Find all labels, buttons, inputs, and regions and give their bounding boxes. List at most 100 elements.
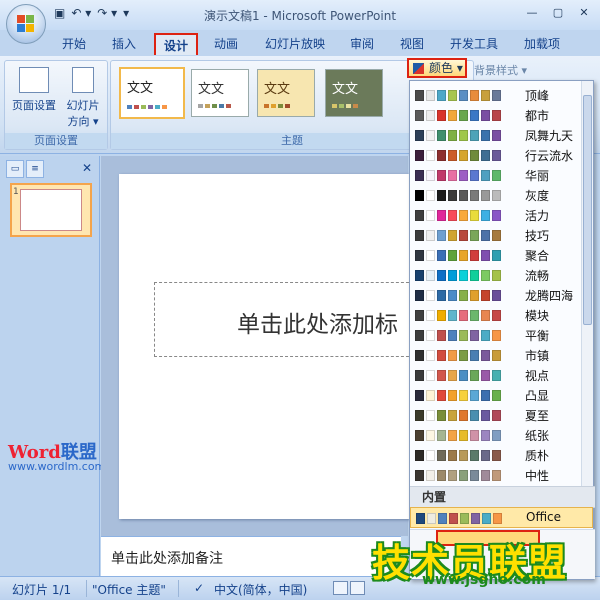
tab-insert[interactable]: 插入 [108, 33, 140, 55]
theme-3[interactable]: 文文 [257, 69, 315, 117]
slides-pane: ▭ ≡ ✕ 1 Word联盟 www.wordlm.com [0, 156, 105, 576]
color-swatches [415, 410, 501, 421]
wordlm-url: www.wordlm.com [8, 460, 106, 473]
theme-name: "Office 主题" [92, 583, 166, 597]
color-scheme-item[interactable]: 聚合 [410, 245, 582, 265]
sorter-view-icon[interactable] [350, 581, 365, 595]
color-scheme-name: 灰度 [525, 189, 550, 203]
tab-home[interactable]: 开始 [58, 33, 90, 55]
color-scheme-item[interactable]: 华丽 [410, 165, 582, 185]
color-scheme-item[interactable]: 夏至 [410, 405, 582, 425]
notes-placeholder: 单击此处添加备注 [111, 551, 223, 567]
normal-view-icon[interactable] [333, 581, 348, 595]
color-swatches [415, 250, 501, 261]
orientation-icon [72, 67, 94, 93]
color-scheme-name: 顶峰 [525, 89, 550, 103]
color-scheme-item[interactable]: 都市 [410, 105, 582, 125]
color-swatches [415, 130, 501, 141]
title-placeholder[interactable]: 单击此处添加标 [154, 282, 414, 357]
slide-canvas[interactable]: 单击此处添加标 [119, 174, 414, 519]
color-scheme-item[interactable]: 凤舞九天 [410, 125, 582, 145]
page-setup-button[interactable]: 页面设置 [9, 67, 59, 113]
language-status: 中文(简体，中国) [214, 583, 308, 597]
theme-2[interactable]: 文文 [191, 69, 249, 117]
outline-tab-icon[interactable]: ≡ [26, 160, 44, 178]
color-scheme-item[interactable]: 纸张 [410, 425, 582, 445]
color-scheme-item[interactable]: 质朴 [410, 445, 582, 465]
color-swatches [415, 330, 501, 341]
color-swatches [415, 270, 501, 281]
title-bar: ▣ ↶ ▾ ↷ ▾ ▾ 演示文稿1 - Microsoft PowerPoint… [0, 0, 600, 30]
color-swatches [415, 370, 501, 381]
color-scheme-item[interactable]: 技巧 [410, 225, 582, 245]
color-scheme-name: 流畅 [525, 269, 550, 283]
spellcheck-icon[interactable]: ✓ [194, 581, 204, 595]
color-swatches [415, 390, 501, 401]
color-scheme-item[interactable]: 龙腾四海 [410, 285, 582, 305]
color-swatches [415, 90, 501, 101]
color-scheme-item[interactable]: 活力 [410, 205, 582, 225]
office-logo-icon [17, 15, 35, 33]
tab-addins[interactable]: 加载项 [520, 33, 564, 55]
color-scheme-name: 模块 [525, 309, 550, 323]
color-scheme-name: 活力 [525, 209, 550, 223]
slide-counter: 幻灯片 1/1 [12, 583, 72, 597]
color-swatches [415, 470, 501, 481]
color-swatches [415, 350, 501, 361]
tab-slideshow[interactable]: 幻灯片放映 [262, 33, 328, 55]
color-scheme-name: 平衡 [525, 329, 550, 343]
color-scheme-item[interactable]: 灰度 [410, 185, 582, 205]
color-scheme-name: 凤舞九天 [525, 129, 574, 143]
color-scheme-name: 纸张 [525, 429, 550, 443]
notes-pane[interactable]: 单击此处添加备注 [101, 536, 401, 576]
tab-animations[interactable]: 动画 [210, 33, 242, 55]
dropdown-scrollbar[interactable] [581, 81, 593, 489]
tab-developer[interactable]: 开发工具 [446, 33, 502, 55]
color-scheme-item[interactable]: 市镇 [410, 345, 582, 365]
minimize-icon[interactable]: — [520, 4, 544, 22]
tab-design[interactable]: 设计 [154, 33, 198, 55]
theme-office[interactable]: 文文 [119, 67, 185, 119]
color-swatches [415, 450, 501, 461]
color-scheme-name: 市镇 [525, 349, 550, 363]
slide-orientation-button[interactable]: 幻灯片 方向 ▾ [61, 67, 105, 129]
maximize-icon[interactable]: ▢ [546, 4, 570, 22]
title-placeholder-text: 单击此处添加标 [237, 312, 398, 338]
theme-sample-text: 文文 [127, 81, 154, 96]
color-scheme-office[interactable]: Office [410, 507, 593, 528]
color-scheme-name: Office [526, 510, 562, 524]
color-swatches [415, 230, 501, 241]
theme-4[interactable]: 文文 [325, 69, 383, 117]
slide-thumbnail-1[interactable]: 1 [10, 183, 92, 237]
color-scheme-item[interactable]: 视点 [410, 365, 582, 385]
color-scheme-item[interactable]: 行云流水 [410, 145, 582, 165]
tab-review[interactable]: 审阅 [346, 33, 378, 55]
color-swatches [415, 310, 501, 321]
background-styles-button[interactable]: 背景样式 ▾ [474, 62, 527, 78]
scrollbar-thumb[interactable] [583, 95, 592, 325]
color-scheme-item[interactable]: 凸显 [410, 385, 582, 405]
color-swatches [415, 110, 501, 121]
close-pane-icon[interactable]: ✕ [78, 160, 96, 178]
color-scheme-name: 凸显 [525, 389, 550, 403]
color-scheme-item[interactable]: 顶峰 [410, 85, 582, 105]
page-setup-icon [19, 67, 49, 93]
color-scheme-item[interactable]: 中性 [410, 465, 582, 485]
office-button[interactable] [6, 4, 46, 44]
color-scheme-name: 技巧 [525, 229, 550, 243]
theme-colors-dropdown: 内置 顶峰 都市 凤舞九天 行云流水 华丽 灰度 活力 技巧 聚合 流畅 龙腾四海 模块 平衡 市镇 视点凸… [409, 80, 595, 580]
color-scheme-item[interactable]: 流畅 [410, 265, 582, 285]
color-scheme-item[interactable]: 模块 [410, 305, 582, 325]
theme-colors-button[interactable]: 颜色 ▾ [407, 58, 467, 78]
tab-view[interactable]: 视图 [396, 33, 428, 55]
slides-tab-icon[interactable]: ▭ [6, 160, 24, 178]
close-icon[interactable]: ✕ [572, 4, 596, 22]
color-swatches [415, 170, 501, 181]
page-setup-group: 页面设置 幻灯片 方向 ▾ 页面设置 [4, 60, 108, 150]
theme-colors-icon [413, 63, 424, 74]
color-swatches [415, 210, 501, 221]
color-scheme-name: 行云流水 [525, 149, 574, 163]
ribbon-tabs: 开始 插入 设计 动画 幻灯片放映 审阅 视图 开发工具 加载项 [0, 30, 600, 56]
color-scheme-item[interactable]: 平衡 [410, 325, 582, 345]
color-scheme-name: 龙腾四海 [525, 289, 574, 303]
